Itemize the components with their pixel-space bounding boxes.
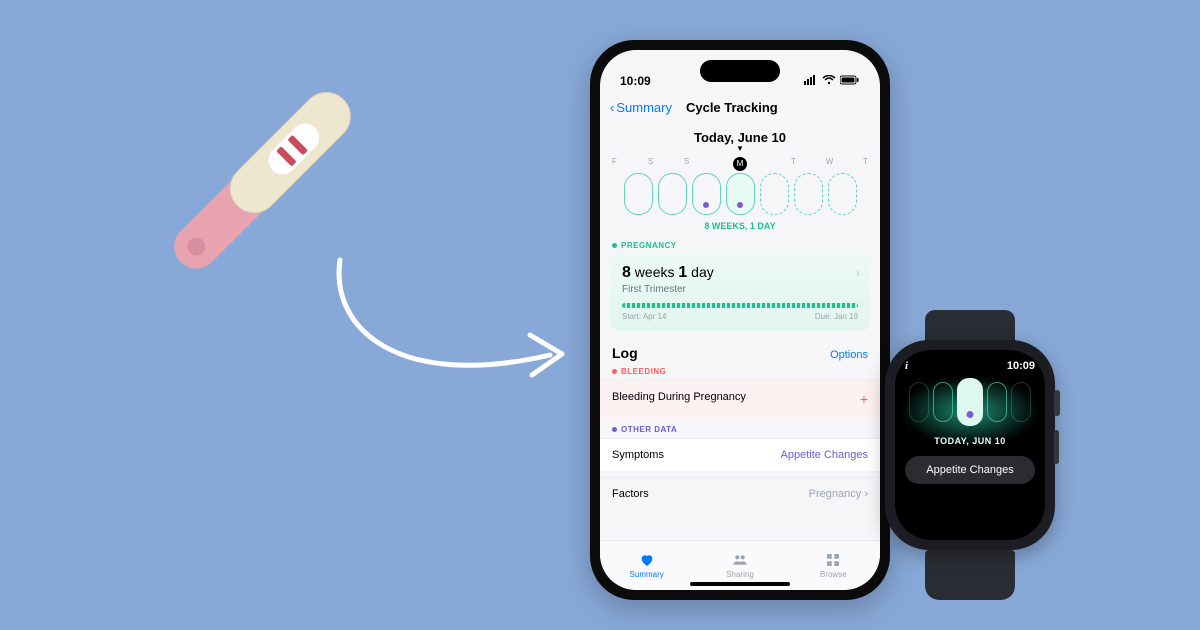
day-label: S: [672, 157, 701, 171]
log-options-link[interactable]: Options: [830, 349, 868, 361]
signal-icon: [804, 75, 818, 88]
watch-time: 10:09: [1007, 360, 1035, 372]
row-label: Factors: [612, 488, 649, 500]
iphone-device: 10:09 ‹ Summary Cycle Tracking Toda: [590, 40, 890, 600]
watch-band: [925, 550, 1015, 600]
pregnancy-start-date: Start: Apr 14: [622, 312, 666, 321]
plus-icon: +: [860, 391, 868, 407]
day-label: W: [815, 157, 844, 171]
arrow-illustration: [320, 250, 580, 400]
cycle-day[interactable]: [760, 173, 789, 215]
symptoms-row[interactable]: Symptoms Appetite Changes: [600, 438, 880, 471]
bleeding-section-label: BLEEDING: [600, 365, 880, 380]
battery-icon: [840, 75, 860, 88]
wifi-icon: [822, 75, 836, 88]
pregnancy-section-label: PREGNANCY: [600, 231, 880, 254]
cycle-day-today[interactable]: [726, 173, 755, 215]
day-labels-row: F S S M T W T: [600, 157, 880, 171]
pregnancy-duration: 8 weeks 1 day: [622, 264, 858, 282]
screen-content: Today, June 10 ▼ F S S M T W T 8 WEEKS, …: [600, 124, 880, 540]
pregnancy-dates: Start: Apr 14 Due: Jan 19: [622, 312, 858, 321]
heart-icon: [638, 552, 656, 568]
watch-symptom-chip[interactable]: Appetite Changes: [905, 456, 1035, 484]
tab-browse[interactable]: Browse: [787, 541, 880, 590]
home-indicator[interactable]: [690, 582, 790, 586]
cycle-day[interactable]: [909, 382, 929, 422]
chevron-left-icon: ‹: [610, 100, 614, 115]
back-label: Summary: [616, 100, 672, 115]
factors-row[interactable]: Factors Pregnancy ›: [600, 477, 880, 510]
cycle-day[interactable]: [1011, 382, 1031, 422]
apple-watch-device: i 10:09 TODAY, JUN 10 Appetite Changes: [870, 310, 1070, 600]
day-label: F: [600, 157, 629, 171]
info-icon[interactable]: i: [905, 360, 908, 372]
watch-case: i 10:09 TODAY, JUN 10 Appetite Changes: [885, 340, 1055, 550]
date-heading: Today, June 10: [600, 130, 880, 145]
watch-cycle-row[interactable]: [905, 382, 1035, 426]
cycle-day[interactable]: [828, 173, 857, 215]
day-label: S: [636, 157, 665, 171]
day-label: T: [851, 157, 880, 171]
day-label: T: [779, 157, 808, 171]
cycle-days-row[interactable]: [600, 173, 880, 215]
log-header: Log Options: [600, 331, 880, 365]
cycle-day[interactable]: [692, 173, 721, 215]
status-indicators: [804, 75, 860, 88]
dot-icon: [612, 369, 617, 374]
people-icon: [731, 552, 749, 568]
tab-summary[interactable]: Summary: [600, 541, 693, 590]
chevron-right-icon: ›: [856, 266, 860, 280]
nav-bar: ‹ Summary Cycle Tracking: [600, 90, 880, 124]
bleeding-row[interactable]: Bleeding During Pregnancy +: [600, 380, 880, 417]
log-title: Log: [612, 345, 638, 361]
row-value: Pregnancy ›: [809, 488, 868, 500]
cycle-day-today[interactable]: [957, 378, 983, 426]
row-label: Symptoms: [612, 449, 664, 461]
pregnancy-trimester: First Trimester: [622, 284, 858, 295]
tab-label: Browse: [820, 570, 847, 579]
pregnancy-card[interactable]: 8 weeks 1 day First Trimester Start: Apr…: [610, 254, 870, 331]
section-label-text: BLEEDING: [621, 367, 666, 376]
back-button[interactable]: ‹ Summary: [610, 100, 672, 115]
tab-label: Summary: [630, 570, 664, 579]
gestation-summary: 8 WEEKS, 1 DAY: [600, 221, 880, 231]
dynamic-island: [700, 60, 780, 82]
cycle-day[interactable]: [658, 173, 687, 215]
cycle-day[interactable]: [624, 173, 653, 215]
day-label-today: M: [733, 157, 747, 171]
row-label: Bleeding During Pregnancy: [612, 391, 746, 407]
cycle-day[interactable]: [794, 173, 823, 215]
status-time: 10:09: [620, 74, 651, 88]
pregnancy-due-date: Due: Jan 19: [815, 312, 858, 321]
watch-screen: i 10:09 TODAY, JUN 10 Appetite Changes: [895, 350, 1045, 540]
row-value: Appetite Changes: [781, 449, 868, 461]
current-day-marker: ▼: [600, 144, 880, 153]
tab-label: Sharing: [726, 570, 754, 579]
digital-crown[interactable]: [1054, 390, 1060, 416]
cycle-day[interactable]: [987, 382, 1007, 422]
grid-icon: [824, 552, 842, 568]
nav-title: Cycle Tracking: [686, 100, 778, 115]
other-data-section-label: OTHER DATA: [600, 417, 880, 438]
section-label-text: PREGNANCY: [621, 241, 677, 250]
watch-status-bar: i 10:09: [905, 360, 1035, 372]
pregnancy-progress-bar: [622, 303, 858, 308]
section-label-text: OTHER DATA: [621, 425, 677, 434]
cycle-day[interactable]: [933, 382, 953, 422]
dot-icon: [612, 427, 617, 432]
dot-icon: [612, 243, 617, 248]
iphone-screen: 10:09 ‹ Summary Cycle Tracking Toda: [600, 50, 880, 590]
side-button[interactable]: [1054, 430, 1059, 464]
